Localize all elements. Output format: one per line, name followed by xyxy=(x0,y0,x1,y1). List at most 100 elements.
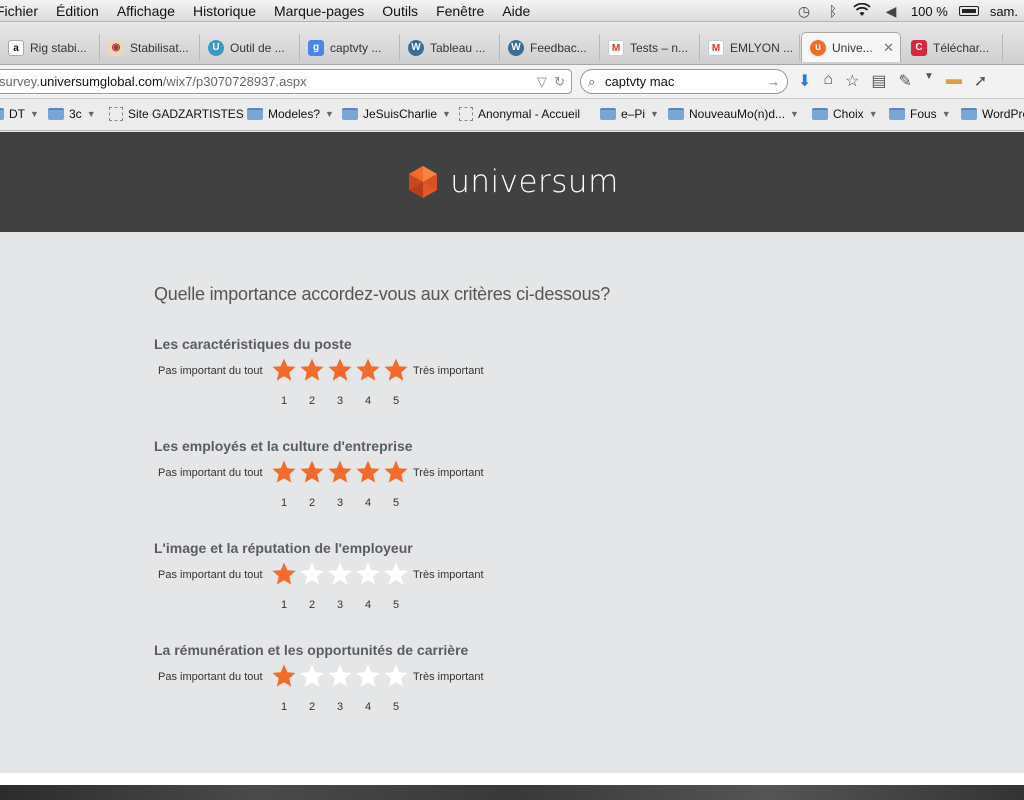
menu-caret-icon[interactable]: ▼ xyxy=(924,71,934,91)
menu-historique[interactable]: Historique xyxy=(184,0,265,22)
wordpress-icon: W xyxy=(408,39,424,56)
download-arrow-icon[interactable]: ⬇ xyxy=(798,71,811,91)
close-icon[interactable]: ✕ xyxy=(883,40,894,56)
scale-number: 1 xyxy=(280,701,288,713)
tab-bar: a Rig stabi... ◉ Stabilisat... U Outil d… xyxy=(0,22,1024,65)
tab-rig-stabi[interactable]: a Rig stabi... xyxy=(0,34,100,61)
menu-outils[interactable]: Outils xyxy=(373,0,427,22)
star-filled-icon[interactable] xyxy=(354,356,382,384)
star-empty-icon[interactable] xyxy=(298,560,326,588)
star-empty-icon[interactable] xyxy=(326,560,354,588)
star-rating[interactable] xyxy=(270,560,410,588)
star-empty-icon[interactable] xyxy=(382,560,410,588)
star-filled-icon[interactable] xyxy=(270,458,298,486)
star-empty-icon[interactable] xyxy=(382,662,410,690)
star-filled-icon[interactable] xyxy=(354,458,382,486)
volume-icon[interactable]: ◀ xyxy=(882,3,900,20)
tab-feedback[interactable]: W Feedbac... xyxy=(500,34,600,61)
star-empty-icon[interactable] xyxy=(354,560,382,588)
tab-outil[interactable]: U Outil de ... xyxy=(200,34,300,61)
bookmark-fous[interactable]: Fous ▼ xyxy=(889,107,951,121)
survey-question: Quelle importance accordez-vous aux crit… xyxy=(154,284,611,304)
star-filled-icon[interactable] xyxy=(298,356,326,384)
star-filled-icon[interactable] xyxy=(326,458,354,486)
tab-tests[interactable]: M Tests – n... xyxy=(600,34,700,61)
star-rating[interactable] xyxy=(270,356,410,384)
survey-content: Quelle importance accordez-vous aux crit… xyxy=(0,232,1024,773)
bookmark-choix[interactable]: Choix ▼ xyxy=(812,107,878,121)
menu-aide[interactable]: Aide xyxy=(493,0,539,22)
scale-max-label: Très important xyxy=(413,671,484,683)
star-filled-icon[interactable] xyxy=(270,356,298,384)
bookmark-dt[interactable]: DT ▼ xyxy=(0,107,39,121)
scale-max-label: Très important xyxy=(413,365,484,377)
star-filled-icon[interactable] xyxy=(270,662,298,690)
star-filled-icon[interactable] xyxy=(382,356,410,384)
bookmarks-bar: DT ▼ 3c ▼ Site GADZARTISTES Modeles? ▼ JeSu… xyxy=(0,99,1024,131)
star-empty-icon[interactable] xyxy=(354,662,382,690)
universum-logo-icon xyxy=(409,166,438,198)
chevron-down-icon: ▼ xyxy=(868,109,878,119)
bookmark-gadzartistes[interactable]: Site GADZARTISTES xyxy=(109,107,244,121)
bookmark-3c[interactable]: 3c ▼ xyxy=(48,107,96,121)
star-filled-icon[interactable] xyxy=(326,356,354,384)
home-icon[interactable]: ⌂ xyxy=(823,71,833,91)
scale-number: 5 xyxy=(392,497,400,509)
star-filled-icon[interactable] xyxy=(270,560,298,588)
arrow-right-icon[interactable]: → xyxy=(767,70,780,93)
tab-stabilisat[interactable]: ◉ Stabilisat... xyxy=(100,34,200,61)
footer-background xyxy=(0,785,1024,800)
page-icon xyxy=(109,107,123,121)
bookmark-nouveaumonde[interactable]: NouveauMo(n)d... ▼ xyxy=(668,107,799,121)
tab-universum[interactable]: u Unive... ✕ xyxy=(801,32,901,62)
wifi-icon[interactable] xyxy=(853,2,871,20)
folder-icon[interactable]: ▬ xyxy=(946,71,962,91)
bookmark-modeles[interactable]: Modeles? ▼ xyxy=(247,107,334,121)
star-rating[interactable] xyxy=(270,458,410,486)
url-field[interactable]: survey.universumglobal.com/wix7/p3070728… xyxy=(0,69,572,94)
tab-emlyon[interactable]: M EMLYON ... xyxy=(700,34,800,61)
user-name[interactable]: sam. xyxy=(990,4,1018,19)
bookmark-e-pi[interactable]: e–Pi ▼ xyxy=(600,107,659,121)
tab-tableau[interactable]: W Tableau ... xyxy=(400,34,500,61)
menu-fenetre[interactable]: Fenêtre xyxy=(427,0,493,22)
scale-number: 5 xyxy=(392,701,400,713)
chevron-down-icon: ▼ xyxy=(86,109,96,119)
menu-affichage[interactable]: Affichage xyxy=(108,0,184,22)
star-filled-icon[interactable] xyxy=(298,458,326,486)
scale-number: 2 xyxy=(308,497,316,509)
search-input[interactable]: ⌕ captvty mac → xyxy=(580,69,788,94)
bookmark-jesuischarlie[interactable]: JeSuisCharlie ▼ xyxy=(342,107,451,121)
bluetooth-icon[interactable]: ᛒ xyxy=(824,3,842,19)
star-filled-icon[interactable] xyxy=(382,458,410,486)
reload-icon[interactable]: ▽ ↻ xyxy=(537,70,565,93)
time-machine-icon[interactable]: ◷ xyxy=(795,3,813,20)
gmail-icon: M xyxy=(708,39,724,56)
clipboard-icon[interactable]: ▤ xyxy=(871,71,886,91)
gmail-icon: M xyxy=(608,39,624,56)
scale-min-label: Pas important du tout xyxy=(158,671,263,683)
menu-marque-pages[interactable]: Marque-pages xyxy=(265,0,373,22)
universum-logo[interactable]: universum xyxy=(405,164,619,200)
amazon-icon: a xyxy=(8,39,24,56)
share-icon[interactable]: ➚ xyxy=(974,71,987,91)
bookmark-wordpress[interactable]: WordPre... xyxy=(961,107,1024,121)
criterion-poste: Les caractéristiques du poste Pas import… xyxy=(154,336,654,426)
star-empty-icon[interactable] xyxy=(326,662,354,690)
wordpress-icon: W xyxy=(508,39,524,56)
tools-icon[interactable]: ✎ xyxy=(899,71,912,91)
navigation-bar: survey.universumglobal.com/wix7/p3070728… xyxy=(0,65,1024,99)
menu-edition[interactable]: Édition xyxy=(47,0,108,22)
tab-telechar[interactable]: C Téléchar... xyxy=(903,34,1003,61)
star-empty-icon[interactable] xyxy=(298,662,326,690)
criterion-culture: Les employés et la culture d'entreprise … xyxy=(154,438,654,528)
bookmark-star-icon[interactable]: ☆ xyxy=(845,71,859,91)
bookmark-anonymal[interactable]: Anonymal - Accueil xyxy=(459,107,580,121)
menu-fichier[interactable]: Fichier xyxy=(0,0,47,22)
star-rating[interactable] xyxy=(270,662,410,690)
scale-number: 3 xyxy=(336,599,344,611)
battery-icon[interactable] xyxy=(958,6,979,16)
scale-number: 1 xyxy=(280,497,288,509)
toolbar-icons: ⬇ ⌂ ☆ ▤ ✎ ▼ ▬ ➚ xyxy=(798,71,987,91)
tab-captvty[interactable]: g captvty ... xyxy=(300,34,400,61)
